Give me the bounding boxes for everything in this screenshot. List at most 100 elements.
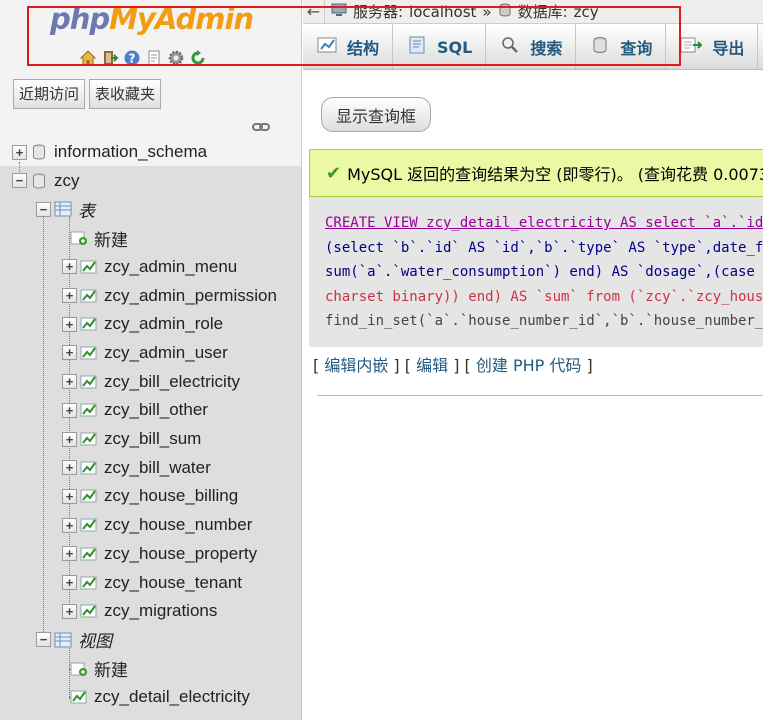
docs-icon[interactable] (144, 48, 163, 67)
tree-table-item[interactable]: + zcy_bill_water (62, 454, 211, 482)
logout-icon[interactable] (100, 48, 119, 67)
svg-text:?: ? (128, 51, 135, 65)
tree-table-item[interactable]: + zcy_house_tenant (62, 569, 242, 597)
tree-table-item[interactable]: + zcy_migrations (62, 597, 217, 625)
sql-line-4: charset binary)) end) AS `sum` from (`zc… (325, 288, 763, 305)
recent-tables-button[interactable]: 近期访问 (13, 79, 86, 109)
tree-table-item[interactable]: + zcy_house_billing (62, 482, 238, 510)
tab-structure[interactable]: 结构 (303, 24, 394, 69)
top-menu-tabs: 结构 SQL 搜索 查询 导出 (303, 24, 763, 70)
database-icon (30, 143, 48, 161)
expand-icon[interactable]: + (62, 288, 77, 303)
collapse-icon[interactable]: − (36, 201, 51, 217)
table-icon (70, 688, 88, 706)
expand-icon[interactable]: + (62, 546, 77, 562)
expand-icon[interactable]: + (62, 603, 77, 619)
tab-sql[interactable]: SQL (393, 24, 487, 69)
settings-icon[interactable] (166, 48, 185, 67)
export-icon (680, 36, 703, 58)
table-icon (80, 401, 98, 419)
tree-database-information-schema[interactable]: + information_schema (12, 138, 207, 166)
collapse-icon[interactable]: − (12, 173, 27, 189)
sql-line-5: find_in_set(`a`.`house_number_id`,`b`.`h… (325, 313, 763, 330)
home-icon[interactable] (78, 48, 97, 67)
tab-search-label: 搜索 (530, 39, 563, 58)
tree-item-label: 表 (78, 201, 95, 221)
tree-new-view[interactable]: 新建 (70, 655, 128, 683)
show-query-box-button[interactable]: 显示查询框 (321, 97, 432, 132)
tree-table-item[interactable]: + zcy_bill_electricity (62, 368, 240, 396)
expand-icon[interactable]: + (62, 517, 77, 533)
tab-sql-label: SQL (437, 37, 473, 57)
search-icon (500, 36, 520, 58)
tree-views-group[interactable]: − 视图 (36, 626, 112, 654)
tree-table-item[interactable]: + zcy_admin_user (62, 339, 228, 367)
table-icon (80, 287, 98, 305)
tab-query[interactable]: 查询 (576, 24, 667, 69)
link-with-main-panel-icon[interactable] (252, 118, 270, 137)
expand-icon[interactable]: + (12, 144, 27, 160)
tree-item-label: zcy_bill_other (104, 400, 208, 420)
tree-table-item[interactable]: + zcy_house_number (62, 511, 252, 539)
expand-icon[interactable]: + (62, 402, 77, 418)
section-divider (317, 395, 763, 396)
tree-table-item[interactable]: + zcy_bill_sum (62, 425, 201, 453)
tree-table-item[interactable]: + zcy_house_property (62, 540, 257, 568)
sql-line: CREATE VIEW zcy_detail_electricity AS se… (325, 211, 763, 236)
tree-item-label: 新建 (94, 661, 128, 681)
tree-table-item[interactable]: + zcy_admin_menu (62, 253, 237, 281)
tree-table-item[interactable]: + zcy_admin_permission (62, 282, 277, 310)
tree-item-label: zcy_admin_role (104, 314, 224, 334)
sql-icon (407, 36, 427, 58)
edit-link[interactable]: 编辑 (416, 356, 448, 375)
database-icon (498, 3, 512, 21)
tree-new-table[interactable]: 新建 (70, 224, 128, 252)
expand-icon[interactable]: + (62, 488, 77, 504)
tree-database-zcy[interactable]: − zcy (12, 167, 80, 195)
create-php-code-link[interactable]: 创建 PHP 代码 (476, 356, 582, 375)
reload-icon[interactable] (188, 48, 207, 67)
tree-table-item[interactable]: + zcy_admin_role (62, 310, 223, 338)
sql-query-display: CREATE VIEW zcy_detail_electricity AS se… (309, 197, 763, 347)
back-arrow-icon[interactable]: ← (303, 0, 325, 23)
breadcrumb-separator: » (482, 2, 492, 21)
tree-item-label: zcy_house_property (104, 543, 258, 563)
tree-item-label: 视图 (78, 632, 112, 652)
tree-table-item[interactable]: + zcy_bill_other (62, 396, 208, 424)
expand-icon[interactable]: + (62, 575, 77, 590)
structure-icon (317, 36, 337, 58)
tree-item-label: information_schema (54, 142, 208, 161)
tree-view-item[interactable]: zcy_detail_electricity (70, 683, 250, 711)
table-icon (80, 258, 98, 276)
table-icon (80, 602, 98, 620)
tab-search[interactable]: 搜索 (486, 24, 577, 69)
expand-icon[interactable]: + (62, 316, 77, 332)
expand-icon[interactable]: + (62, 374, 77, 390)
navigation-icon-bar: ? (78, 48, 207, 67)
server-link[interactable]: localhost (409, 3, 476, 21)
tab-query-label: 查询 (620, 39, 653, 58)
expand-icon[interactable]: + (62, 431, 77, 447)
tree-item-label: zcy_detail_electricity (94, 687, 250, 707)
new-item-icon (70, 229, 88, 247)
expand-icon[interactable]: + (62, 460, 77, 476)
tree-item-label: zcy_house_tenant (104, 572, 242, 592)
tree-item-label: zcy_house_billing (104, 486, 239, 506)
tree-item-label: zcy_bill_sum (104, 429, 202, 448)
folder-icon (54, 200, 72, 218)
tree-item-label: zcy_admin_user (104, 342, 228, 362)
inline-edit-link[interactable]: 编辑内嵌 (324, 356, 388, 375)
database-link[interactable]: zcy (574, 3, 599, 21)
tree-tables-group[interactable]: − 表 (36, 195, 95, 223)
sql-query-links: [ 编辑内嵌 ] [ 编辑 ] [ 创建 PHP 代码 ] (313, 356, 593, 375)
expand-icon[interactable]: + (62, 345, 77, 361)
favorite-tables-button[interactable]: 表收藏夹 (89, 79, 162, 109)
table-icon (80, 430, 98, 448)
tab-export[interactable]: 导出 (666, 24, 759, 69)
tree-item-label: zcy_admin_permission (104, 285, 277, 305)
sql-line: charset binary)) end) AS `sum` from (`zc… (325, 285, 763, 310)
help-icon[interactable]: ? (122, 48, 141, 67)
expand-icon[interactable]: + (62, 259, 77, 275)
collapse-icon[interactable]: − (36, 632, 51, 648)
phpmyadmin-logo[interactable]: phpMyAdmin (50, 2, 254, 36)
